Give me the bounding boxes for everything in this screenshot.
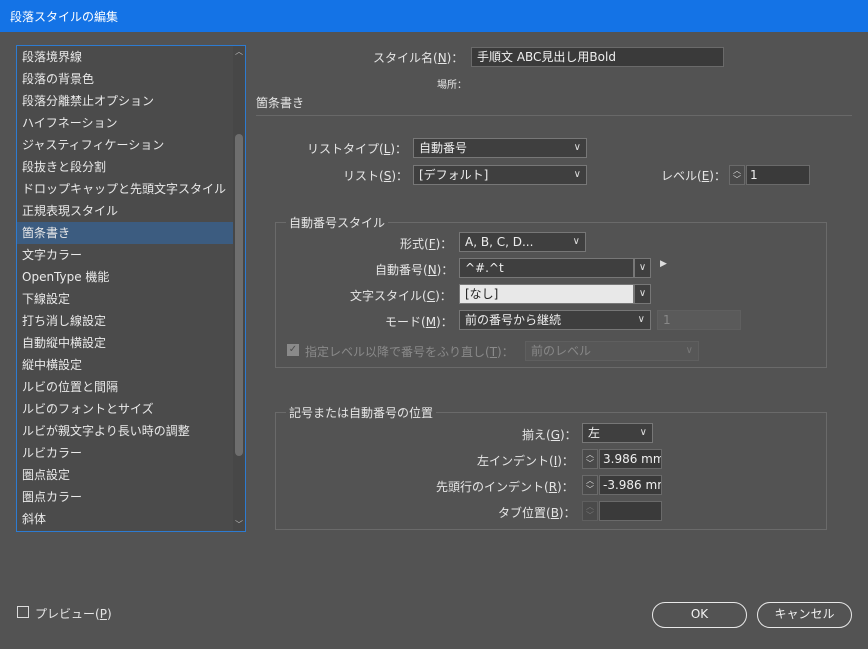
scroll-down-icon[interactable]: ﹀ <box>233 519 245 531</box>
sidebar-item[interactable]: ルビカラー <box>17 442 233 464</box>
format-dropdown[interactable]: A, B, C, D... ∨ <box>459 232 586 252</box>
cancel-button[interactable]: キャンセル <box>757 602 852 628</box>
sidebar-item[interactable]: ルビのフォントとサイズ <box>17 398 233 420</box>
tab-position-input[interactable] <box>599 501 662 521</box>
stepper-icon[interactable]: ︿ ﹀ <box>729 165 745 185</box>
position-title: 記号または自動番号の位置 <box>286 404 437 421</box>
stepper-icon[interactable]: ︿ ﹀ <box>582 501 598 521</box>
sidebar-item[interactable]: ルビが親文字より長い時の調整 <box>17 420 233 442</box>
chevron-down-icon: ∨ <box>573 169 581 180</box>
format-label: 形式(F)： <box>400 237 453 251</box>
mode-dropdown[interactable]: 前の番号から継続 ∨ <box>459 310 651 330</box>
first-indent-spinbox[interactable]: ︿﹀ -3.986 mm <box>582 475 662 495</box>
left-indent-spinbox[interactable]: ︿ ﹀ 3.986 mm <box>582 449 662 469</box>
sidebar-item[interactable]: ハイフネーション <box>17 112 233 134</box>
char-style-dropdown[interactable]: [なし] <box>459 284 634 304</box>
sidebar-item[interactable]: 箇条書き <box>17 222 233 244</box>
chevron-down-icon: ∨ <box>573 142 581 153</box>
style-name-input[interactable]: 手順文 ABC見出し用Bold <box>471 47 724 67</box>
first-indent-input[interactable]: -3.986 mm <box>599 475 662 495</box>
chevron-down-icon: ∨ <box>685 345 693 356</box>
left-indent-label: 左インデント(I)： <box>477 454 574 468</box>
sidebar-item[interactable]: 打ち消し線設定 <box>17 310 233 332</box>
tab-position-label: タブ位置(B)： <box>498 506 576 520</box>
sidebar-item[interactable]: 正規表現スタイル <box>17 200 233 222</box>
sidebar-item[interactable]: ルビの位置と間隔 <box>17 376 233 398</box>
list-dropdown[interactable]: [デフォルト] ∨ <box>413 165 587 185</box>
chevron-right-icon[interactable]: ▶ <box>660 259 667 269</box>
align-label: 揃え(G)： <box>522 428 577 442</box>
sidebar-item[interactable]: 文字カラー <box>17 244 233 266</box>
sidebar-item[interactable]: ジャスティフィケーション <box>17 134 233 156</box>
sidebar-item[interactable]: 縦中横設定 <box>17 354 233 376</box>
location-label: 場所： <box>437 80 467 91</box>
number-label: 自動番号(N)： <box>375 263 454 277</box>
level-spinbox[interactable]: ︿ ﹀ 1 <box>729 165 810 185</box>
sidebar-item[interactable]: ドロップキャップと先頭文字スタイル <box>17 178 233 200</box>
mode-number-input[interactable]: 1 <box>657 310 741 330</box>
title-bar: 段落スタイルの編集 <box>0 0 868 32</box>
chevron-down-icon: ∨ <box>572 236 580 247</box>
section-title: 箇条書き <box>256 96 305 110</box>
align-dropdown[interactable]: 左 ∨ <box>582 423 653 443</box>
chevron-down-icon: ∨ <box>639 427 647 438</box>
sidebar-item[interactable]: 段落境界線 <box>17 46 233 68</box>
style-name-label: スタイル名(N)： <box>373 51 464 65</box>
restart-dropdown[interactable]: 前のレベル ∨ <box>525 341 699 361</box>
list-type-label: リストタイプ(L)： <box>307 142 408 156</box>
category-list[interactable]: 段落境界線 段落の背景色 段落分離禁止オプション ハイフネーション ジャスティフィケーシ… <box>16 45 246 532</box>
sidebar-item[interactable]: 段抜きと段分割 <box>17 156 233 178</box>
level-label: レベル(E)： <box>661 169 726 183</box>
first-indent-label: 先頭行のインデント(R)： <box>436 480 574 494</box>
mode-label: モード(M)： <box>385 315 453 329</box>
numbering-style-title: 自動番号スタイル <box>286 214 389 231</box>
category-scrollbar[interactable]: ︿ ﹀ <box>233 46 245 531</box>
list-type-dropdown[interactable]: 自動番号 ∨ <box>413 138 587 158</box>
tab-position-spinbox[interactable]: ︿ ﹀ <box>582 501 662 521</box>
number-input[interactable]: ^#.^t <box>459 258 634 278</box>
sidebar-item[interactable]: 段落分離禁止オプション <box>17 90 233 112</box>
category-items: 段落境界線 段落の背景色 段落分離禁止オプション ハイフネーション ジャスティフィケーシ… <box>17 46 233 530</box>
chevron-down-icon: ∨ <box>637 314 645 325</box>
scroll-thumb[interactable] <box>235 134 243 456</box>
section-divider <box>256 115 852 116</box>
preview-checkbox[interactable] <box>17 606 29 618</box>
preview-label: プレビュー(P) <box>35 607 112 621</box>
sidebar-item[interactable]: 段落の背景色 <box>17 68 233 90</box>
sidebar-item[interactable]: 下線設定 <box>17 288 233 310</box>
restart-checkbox[interactable]: ✓ <box>287 344 299 356</box>
list-label: リスト(S)： <box>343 169 408 183</box>
sidebar-item[interactable]: OpenType 機能 <box>17 266 233 288</box>
sidebar-item[interactable]: 斜体 <box>17 508 233 530</box>
ok-button[interactable]: OK <box>652 602 747 628</box>
sidebar-item[interactable]: 自動縦中横設定 <box>17 332 233 354</box>
stepper-icon[interactable]: ︿ ﹀ <box>582 449 598 469</box>
char-style-label: 文字スタイル(C)： <box>350 289 452 303</box>
left-indent-input[interactable]: 3.986 mm <box>599 449 662 469</box>
sidebar-item[interactable]: 圏点カラー <box>17 486 233 508</box>
chevron-down-icon[interactable]: ∨ <box>634 258 651 278</box>
restart-label: 指定レベル以降で番号をふり直し(T)： <box>305 345 514 359</box>
scroll-up-icon[interactable]: ︿ <box>233 46 245 58</box>
level-input[interactable]: 1 <box>746 165 810 185</box>
chevron-down-icon[interactable]: ∨ <box>634 284 651 304</box>
sidebar-item[interactable]: 圏点設定 <box>17 464 233 486</box>
stepper-icon[interactable]: ︿ ﹀ <box>582 475 598 495</box>
window-title: 段落スタイルの編集 <box>10 10 119 24</box>
